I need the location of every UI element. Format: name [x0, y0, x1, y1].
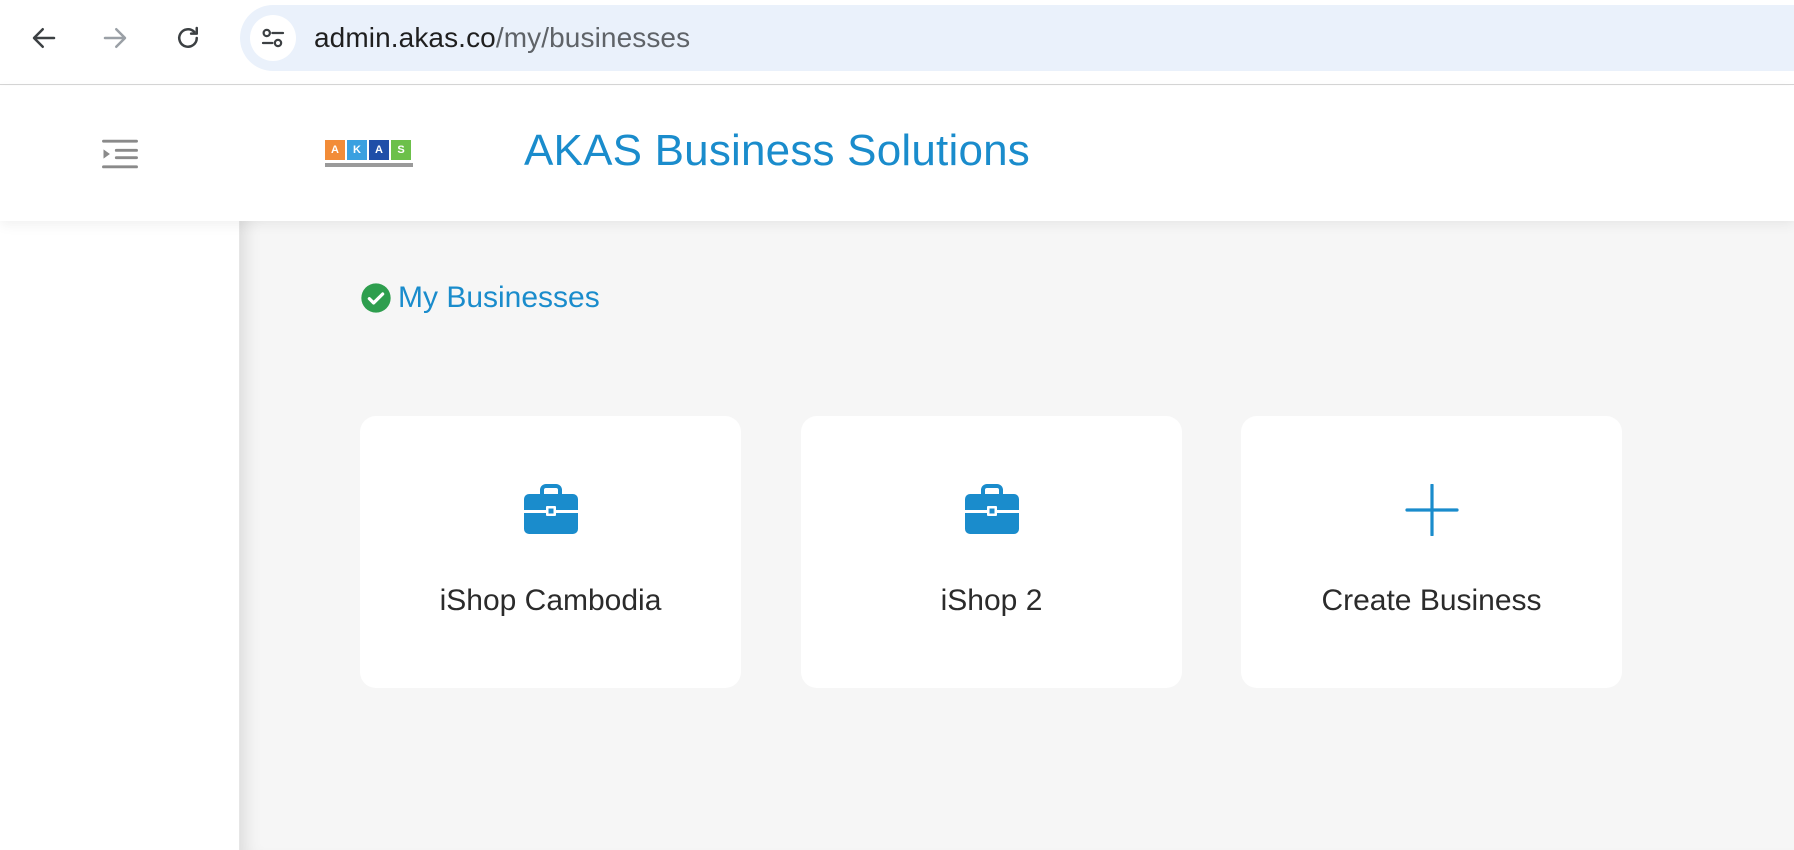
logo-underline	[325, 163, 413, 167]
section-title-text: My Businesses	[398, 281, 600, 314]
logo-tile: A	[369, 140, 389, 160]
logo-tiles: A K A S	[325, 140, 415, 160]
briefcase-icon	[964, 484, 1019, 534]
url-text: admin.akas.co/my/businesses	[314, 22, 690, 54]
arrow-right-icon	[103, 28, 127, 48]
reload-icon	[178, 26, 198, 48]
akas-logo[interactable]: A K A S	[325, 140, 415, 172]
card-label: Create Business	[1321, 584, 1542, 617]
browser-toolbar: admin.akas.co/my/businesses	[0, 0, 1794, 85]
app-title: AKAS Business Solutions	[524, 126, 1030, 175]
back-button[interactable]	[24, 18, 64, 58]
plus-icon	[1404, 484, 1459, 536]
main-content: My Businesses iShop Cambodia iShop 2 Cre…	[240, 221, 1794, 850]
briefcase-icon	[523, 484, 578, 534]
card-label: iShop Cambodia	[439, 584, 662, 617]
reload-button[interactable]	[168, 18, 208, 58]
app-header: A K A S AKAS Business Solutions	[0, 86, 1794, 221]
address-bar[interactable]: admin.akas.co/my/businesses	[240, 5, 1794, 71]
logo-tile: A	[325, 140, 345, 160]
business-card-ishop-2[interactable]: iShop 2	[801, 416, 1182, 688]
sidebar	[0, 221, 240, 850]
url-host: admin.akas.co	[314, 22, 496, 53]
arrow-left-icon	[32, 28, 56, 48]
url-path: /my/businesses	[495, 22, 691, 53]
menu-toggle-button[interactable]	[96, 130, 144, 178]
logo-tile: S	[391, 140, 411, 160]
create-business-card[interactable]: Create Business	[1241, 416, 1622, 688]
business-card-ishop-cambodia[interactable]: iShop Cambodia	[360, 416, 741, 688]
check-circle-icon	[361, 283, 391, 313]
forward-button[interactable]	[95, 18, 135, 58]
menu-indent-icon	[102, 139, 138, 169]
site-info-button[interactable]	[250, 15, 296, 61]
tune-icon	[261, 28, 285, 48]
logo-tile: K	[347, 140, 367, 160]
section-title: My Businesses	[360, 281, 600, 315]
card-label: iShop 2	[940, 584, 1043, 617]
